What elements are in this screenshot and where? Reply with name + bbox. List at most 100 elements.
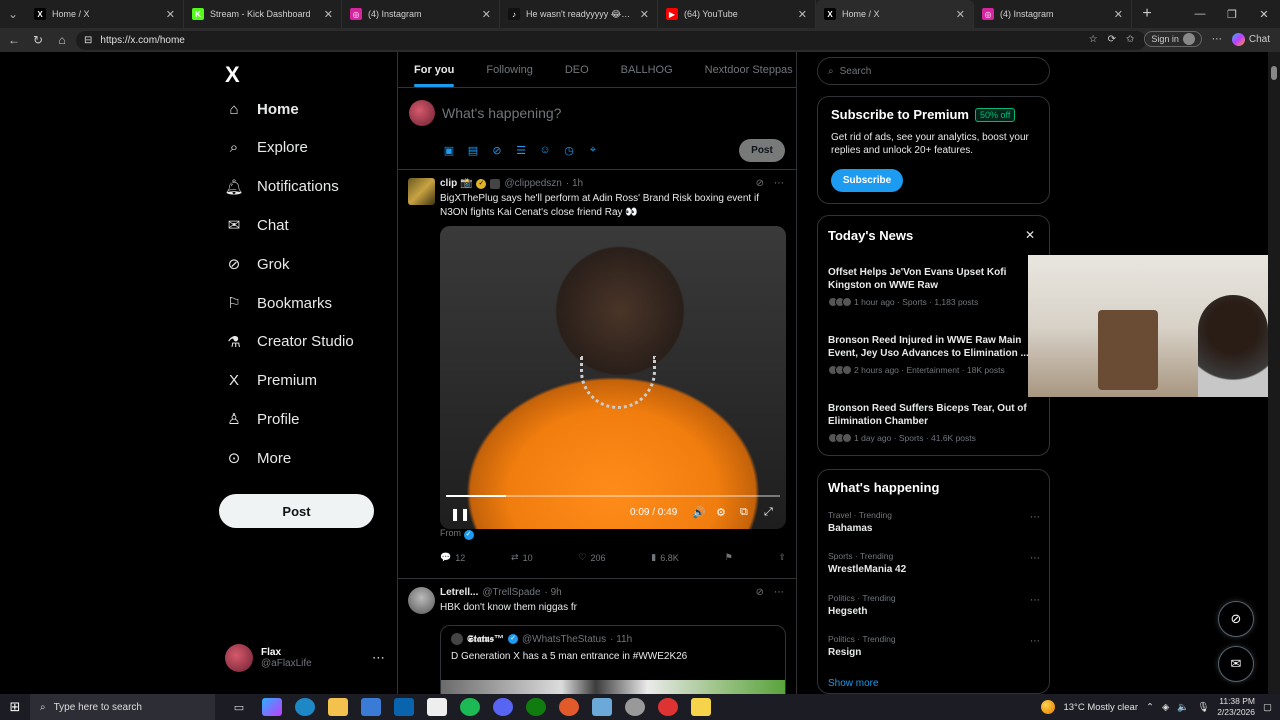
close-tab-icon[interactable]: ✕: [798, 8, 807, 21]
document-icon[interactable]: [427, 698, 447, 716]
back-button[interactable]: ←: [2, 33, 26, 47]
avatar[interactable]: [408, 178, 435, 205]
more-dots-icon[interactable]: ⋯: [1030, 595, 1040, 606]
compose-input[interactable]: What's happening?: [442, 105, 561, 121]
search-input[interactable]: ⌕ Search: [817, 57, 1050, 85]
trend-item[interactable]: Politics · Trending Resign ⋯: [828, 634, 1040, 658]
author-name[interactable]: Letrell...: [440, 587, 478, 598]
nav-item-bookmarks[interactable]: ⚐ Bookmarks: [225, 294, 332, 313]
reply-button[interactable]: 💬 12: [440, 552, 465, 563]
video-progress-bar[interactable]: [446, 495, 780, 497]
poll-icon[interactable]: ☰: [514, 144, 528, 157]
close-tab-icon[interactable]: ✕: [166, 8, 175, 21]
fullscreen-icon[interactable]: ⤢: [764, 506, 773, 519]
trend-item[interactable]: Travel · Trending Bahamas ⋯: [828, 510, 1040, 534]
more-dots-icon[interactable]: ⋯: [372, 650, 385, 666]
close-tab-icon[interactable]: ✕: [482, 8, 491, 21]
app-icon[interactable]: [658, 698, 678, 716]
clock[interactable]: 11:38 PM 2/23/2026: [1217, 696, 1255, 718]
new-tab-button[interactable]: +: [1132, 5, 1162, 23]
more-dots-icon[interactable]: ⋯: [1030, 636, 1040, 647]
task-view-icon[interactable]: ▭: [229, 698, 249, 716]
grok-icon[interactable]: ⊘: [756, 587, 764, 598]
pip-icon[interactable]: ⧉: [740, 506, 748, 519]
tab-following[interactable]: Following: [470, 52, 548, 87]
weather-text[interactable]: 13°C Mostly clear: [1063, 702, 1138, 713]
views-button[interactable]: ▮ 6.8K: [651, 552, 678, 563]
close-tab-icon[interactable]: ✕: [324, 8, 333, 21]
windows-start-icon[interactable]: ⊞: [0, 699, 30, 715]
more-dots-icon[interactable]: ⋯: [774, 587, 784, 598]
avatar[interactable]: [408, 587, 435, 614]
like-button[interactable]: ♡ 206: [578, 552, 605, 563]
favorite-icon[interactable]: ☆: [1089, 34, 1098, 45]
browser-tab[interactable]: ♪ He wasn't readyyyyy 😂😂😂😂 (✕: [500, 0, 658, 28]
edge-browser-icon[interactable]: [295, 698, 315, 716]
messages-fab-icon[interactable]: ✉: [1218, 646, 1254, 682]
close-icon[interactable]: ✕: [1025, 228, 1035, 242]
file-explorer-icon[interactable]: [328, 698, 348, 716]
nav-item-explore[interactable]: ⌕ Explore: [225, 139, 308, 157]
nav-item-premium[interactable]: X Premium: [225, 372, 317, 390]
volume-icon[interactable]: 🔈: [1177, 702, 1189, 713]
app-icon[interactable]: [625, 698, 645, 716]
sign-in-button[interactable]: Sign in: [1144, 31, 1202, 47]
share-button[interactable]: ⇪: [778, 552, 786, 563]
browser-tab[interactable]: X Home / X ✕: [816, 0, 974, 28]
subscribe-button[interactable]: Subscribe: [831, 169, 903, 192]
grok-icon[interactable]: ⊘: [490, 144, 504, 157]
browser-tab[interactable]: ▶ (64) YouTube ✕: [658, 0, 816, 28]
close-tab-icon[interactable]: ✕: [956, 8, 965, 21]
grok-icon[interactable]: ⊘: [756, 178, 764, 189]
close-tab-icon[interactable]: ✕: [640, 8, 649, 21]
tab-nextdoor-steppas[interactable]: Nextdoor Steppas: [689, 52, 796, 87]
video-player[interactable]: ❚❚ 0:09 / 0:49 🔊 ⚙ ⧉ ⤢: [440, 226, 786, 529]
more-dots-icon[interactable]: ⋯: [1030, 553, 1040, 564]
extensions-icon[interactable]: ⟳: [1108, 34, 1116, 45]
close-window-button[interactable]: ✕: [1248, 0, 1280, 28]
home-button[interactable]: ⌂: [50, 33, 74, 47]
taskbar-search-input[interactable]: ⌕ Type here to search: [30, 694, 215, 720]
nav-item-profile[interactable]: ♙ Profile: [225, 410, 299, 429]
copilot-icon[interactable]: [262, 698, 282, 716]
nav-item-creator-studio[interactable]: ⚗ Creator Studio: [225, 333, 353, 351]
nav-item-chat[interactable]: ✉ Chat: [225, 216, 289, 235]
settings-gear-icon[interactable]: ⚙: [716, 506, 726, 519]
tab-deo[interactable]: DEO: [549, 52, 605, 87]
tab-for-you[interactable]: For you: [398, 52, 470, 87]
tweet[interactable]: Letrell... @TrellSpade · 9h ⊘ ⋯ HBK don'…: [398, 579, 796, 694]
tab-actions-button[interactable]: ⌄: [0, 0, 26, 28]
schedule-icon[interactable]: ◷: [562, 144, 576, 157]
show-more-link[interactable]: Show more: [828, 678, 879, 689]
page-scrollbar[interactable]: [1268, 52, 1280, 694]
copilot-chat-button[interactable]: Chat: [1231, 32, 1270, 46]
app-icon[interactable]: [592, 698, 612, 716]
news-item[interactable]: Bronson Reed Injured in WWE Raw Main Eve…: [828, 334, 1033, 375]
author-handle[interactable]: @clippedszn: [504, 178, 561, 189]
post-button[interactable]: Post: [219, 494, 374, 528]
news-item[interactable]: Bronson Reed Suffers Biceps Tear, Out of…: [828, 402, 1033, 443]
quoted-tweet[interactable]: 𝕾𝖙𝖆𝖙𝖚𝖘™ ✓ @WhatsTheStatus · 11h D Genera…: [440, 625, 786, 694]
close-tab-icon[interactable]: ✕: [1114, 8, 1123, 21]
author-handle[interactable]: @TrellSpade: [482, 587, 540, 598]
emoji-icon[interactable]: ☺: [538, 144, 552, 157]
browser-tab[interactable]: K Stream - Kick Dashboard ✕: [184, 0, 342, 28]
account-switcher[interactable]: Flax @aFlaxLife ⋯: [225, 644, 385, 672]
favorites-bar-icon[interactable]: ✩: [1126, 34, 1134, 45]
nav-item-more[interactable]: ⊙ More: [225, 449, 291, 468]
browser-tab[interactable]: ◎ (4) Instagram ✕: [342, 0, 500, 28]
app-icon[interactable]: [691, 698, 711, 716]
tweet-time[interactable]: · 9h: [545, 587, 562, 598]
location-icon[interactable]: ⌖: [586, 144, 600, 157]
site-info-icon[interactable]: ⊟: [84, 35, 92, 46]
nav-item-grok[interactable]: ⊘ Grok: [225, 255, 290, 274]
more-dots-icon[interactable]: ⋯: [774, 178, 784, 189]
minimize-button[interactable]: —: [1184, 0, 1216, 28]
chevron-up-icon[interactable]: ⌃: [1146, 702, 1154, 713]
app-icon[interactable]: [559, 698, 579, 716]
refresh-button[interactable]: ↻: [26, 33, 50, 47]
more-dots-icon[interactable]: ⋯: [1030, 512, 1040, 523]
grok-fab-icon[interactable]: ⊘: [1218, 601, 1254, 637]
tab-ballhog[interactable]: BALLHOG: [605, 52, 689, 87]
pause-icon[interactable]: ❚❚: [450, 507, 470, 521]
